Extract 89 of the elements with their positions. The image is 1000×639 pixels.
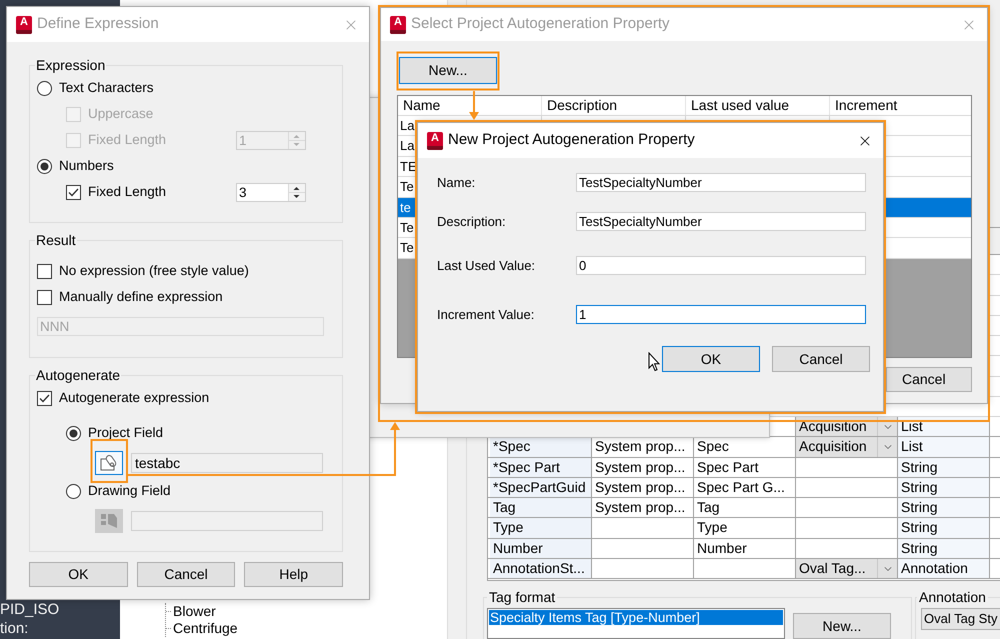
table-cell: String (898, 498, 990, 518)
table-cell: String (898, 478, 990, 498)
table-cell: AnnotationSt... (490, 559, 592, 578)
checkbox[interactable] (37, 390, 52, 406)
document-tag-icon (99, 454, 119, 472)
dialog-button[interactable]: OK (29, 562, 128, 587)
checkbox[interactable] (37, 290, 52, 304)
window-title: New Project Autogeneration Property (448, 130, 695, 150)
window-title: Select Project Autogeneration Property (411, 14, 670, 34)
group-label: Expression (35, 57, 106, 73)
table-cell: Tag (694, 498, 796, 518)
radio-button[interactable] (37, 158, 52, 174)
dialog-button[interactable]: OK (662, 346, 760, 372)
table-cell: Number (490, 538, 592, 558)
input-field[interactable]: 0 (576, 256, 866, 275)
input-field[interactable]: TestSpecialtyNumber (576, 212, 866, 231)
list-item[interactable]: Specialty Items Tag [Type-Number] (489, 610, 783, 625)
table-cell: *Spec Part (490, 458, 592, 477)
table-cell: List (898, 437, 990, 457)
new-button[interactable]: New... (793, 613, 891, 639)
radio-label: Drawing Field (88, 482, 171, 500)
arrow-connector (469, 91, 479, 120)
input-field[interactable]: TestSpecialtyNumber (576, 173, 866, 192)
group-label: Tag format (488, 589, 556, 605)
blocks-icon (99, 512, 119, 530)
picker-button[interactable] (95, 451, 123, 475)
checkbox-label: Uppercase (88, 104, 154, 123)
cell-text: Te (400, 179, 414, 194)
text-field[interactable] (131, 511, 323, 531)
table-cell: String (898, 538, 990, 558)
field-label: Last Used Value: (437, 256, 536, 275)
radio-button[interactable] (66, 426, 81, 440)
checkbox-label: Autogenerate expression (59, 388, 210, 407)
checkbox[interactable] (37, 264, 52, 278)
table-cell: Type (694, 518, 796, 538)
field-label: Increment Value: (437, 306, 536, 324)
cell-text: La (400, 118, 414, 133)
column-header[interactable]: Description (542, 96, 686, 115)
group-label: Autogenerate (35, 367, 122, 383)
table-cell: Tag (490, 498, 592, 518)
checkbox-label: Manually define expression (59, 288, 223, 306)
cancel-button[interactable]: Cancel (886, 367, 972, 392)
dialog-button[interactable]: Cancel (772, 346, 870, 372)
dropdown[interactable]: Acquisition (796, 437, 898, 457)
group-label: Annotation (918, 589, 987, 605)
dropdown[interactable]: Oval Tag... (796, 559, 898, 578)
cell-text: te (400, 200, 411, 215)
table-cell: Annotation (898, 559, 990, 578)
radio-button[interactable] (66, 484, 81, 498)
cell-text: La (400, 138, 414, 154)
table-cell: String (898, 458, 990, 477)
radio-label: Project Field (88, 424, 164, 442)
app-logo: A (16, 16, 32, 34)
dropdown[interactable]: Acquisition (796, 417, 898, 436)
radio-button[interactable] (37, 80, 52, 96)
column-header[interactable]: Increment (830, 96, 971, 115)
app-logo: A (427, 132, 443, 150)
dialog-button[interactable]: Help (244, 562, 344, 587)
checkbox-label: Fixed Length (88, 182, 166, 201)
side-panel-text: PID_ISO (0, 600, 60, 619)
side-panel-text: tion: (0, 619, 30, 638)
column-header[interactable]: Last used value (686, 96, 830, 115)
app-logo: A (390, 16, 406, 34)
number-spinner[interactable]: 3 (236, 182, 306, 202)
table-cell: Type (490, 518, 592, 538)
radio-label: Text Characters (59, 78, 154, 97)
dialog-button[interactable]: Cancel (136, 562, 236, 587)
radio-label: Numbers (59, 156, 114, 175)
new-button[interactable]: New... (399, 57, 497, 84)
dropdown[interactable]: Oval Tag Sty (921, 608, 1000, 630)
checkbox[interactable] (66, 184, 81, 200)
field-label: Name: (437, 174, 476, 192)
highlight-frame (90, 439, 128, 483)
tree-item[interactable]: Centrifuge (173, 620, 238, 637)
cell-text: Te (400, 240, 414, 256)
text-field[interactable]: testabc (131, 453, 323, 473)
group-label: Result (35, 232, 77, 248)
checkbox-label: No expression (free style value) (59, 262, 249, 280)
field-label: Description: (437, 212, 507, 231)
table-cell: String (898, 518, 990, 538)
cell-text: Te (400, 220, 414, 235)
spin-arrows-icon[interactable] (288, 184, 305, 200)
mouse-pointer-icon (648, 352, 660, 372)
table-cell: *SpecPartGuid (490, 478, 592, 498)
window-title: Define Expression (37, 14, 159, 34)
tree-item[interactable]: Blower (173, 603, 216, 620)
input-field[interactable]: 1 (576, 305, 866, 324)
checkbox-label: Fixed Length (88, 130, 166, 149)
table-cell: *Spec (490, 437, 592, 457)
